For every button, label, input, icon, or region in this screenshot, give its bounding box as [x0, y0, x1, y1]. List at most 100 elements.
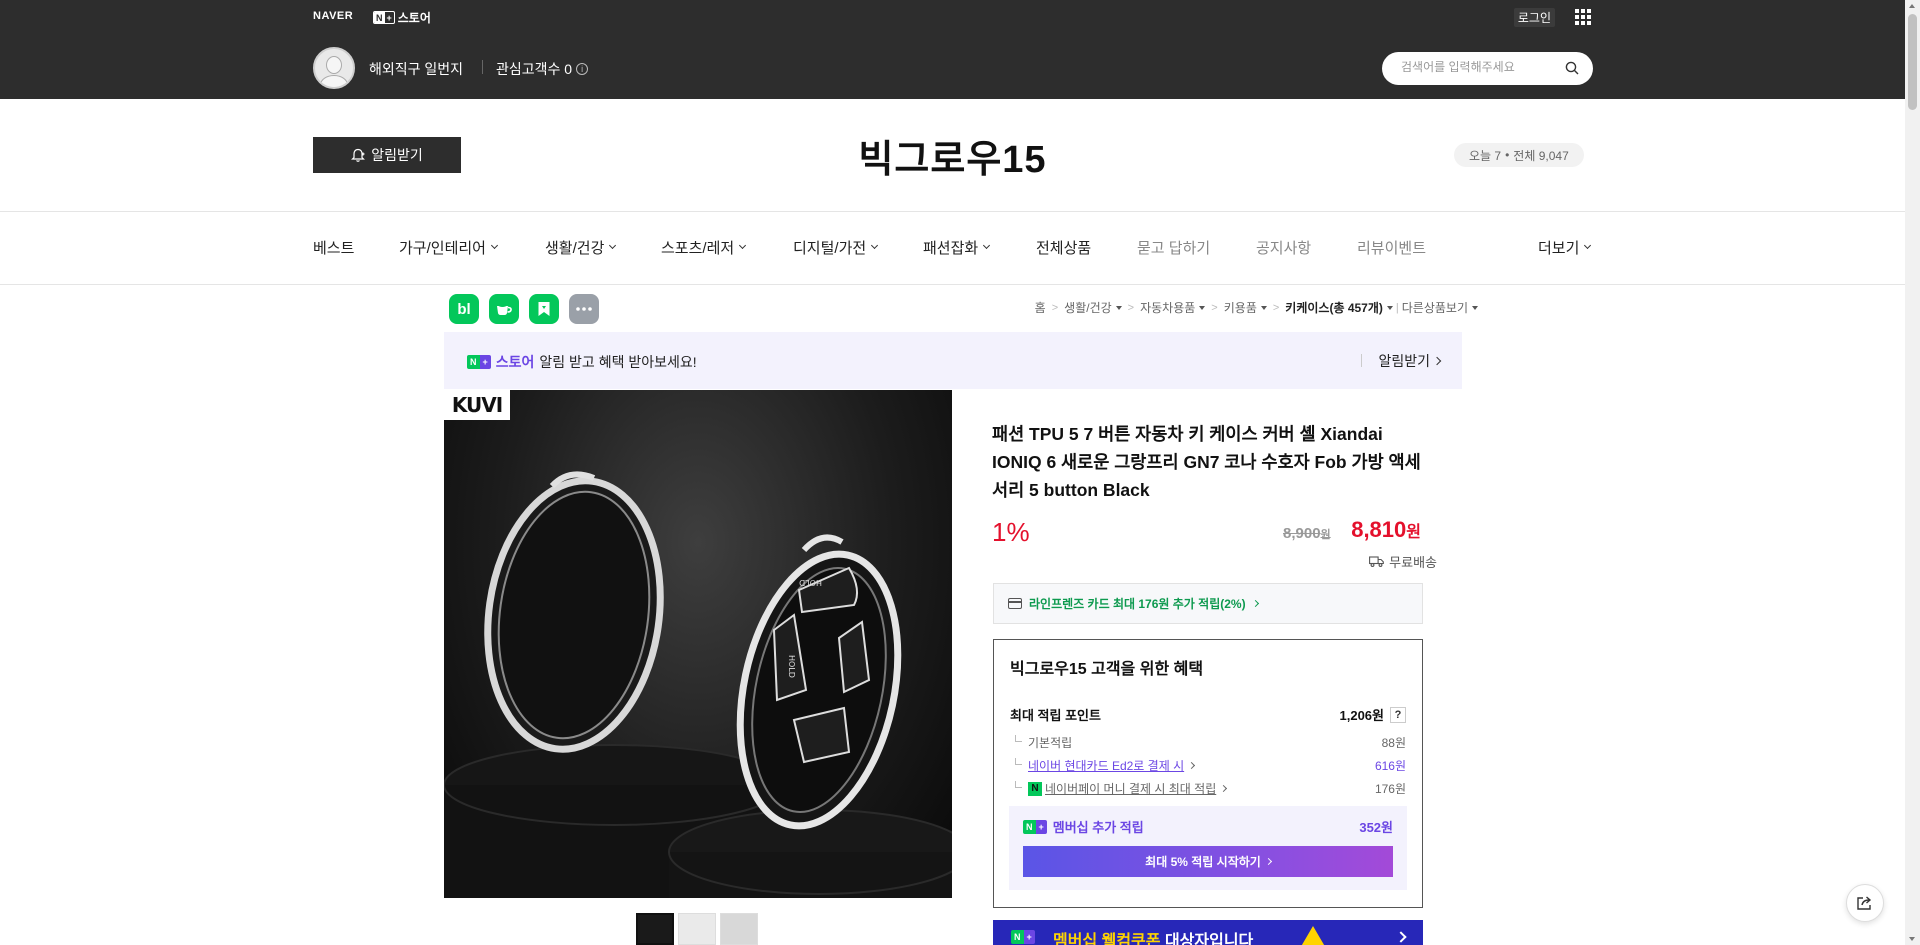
- divider: [0, 211, 1905, 212]
- breadcrumb-living-health[interactable]: 생활/건강: [1064, 299, 1122, 316]
- credit-card-icon: [1008, 598, 1022, 609]
- naver-plus-store-logo[interactable]: N + 스토어: [373, 9, 431, 26]
- breadcrumb: 홈 > 생활/건강 > 자동차용품 > 키용품 > 키케이스(총 457개) |…: [1035, 299, 1478, 316]
- cafe-icon[interactable]: [489, 294, 519, 324]
- discount-rate: 1%: [992, 517, 1030, 547]
- visits-today: 오늘 7: [1469, 148, 1502, 163]
- category-living-health[interactable]: 생활/건강: [545, 237, 617, 258]
- chevron-down-icon: [871, 241, 879, 250]
- chevron-down-icon: [490, 241, 499, 250]
- share-icons: bl: [449, 294, 599, 324]
- points-row-value: 616원: [1374, 759, 1406, 773]
- category-digital-appliance[interactable]: 디지털/가전: [793, 237, 879, 258]
- category-best[interactable]: 베스트: [313, 237, 354, 258]
- category-qna[interactable]: 묻고 답하기: [1137, 237, 1210, 258]
- breadcrumb-key-supplies[interactable]: 키용품: [1224, 299, 1267, 316]
- breadcrumb-separator: >: [1127, 301, 1135, 314]
- start-membership-button[interactable]: 최대 5% 적립 시작하기: [1023, 846, 1393, 877]
- seller-avatar[interactable]: [313, 47, 355, 89]
- category-notice[interactable]: 공지사항: [1256, 237, 1311, 258]
- key-case-illustration: HOLD HOLD: [444, 471, 952, 898]
- apps-grid-icon[interactable]: [1575, 9, 1591, 25]
- search-icon[interactable]: [1565, 61, 1579, 75]
- card-promo-text: 라인프렌즈 카드 최대 176원 추가 적립(2%): [1029, 597, 1246, 611]
- points-row-basic: 기본적립 88원: [1010, 734, 1406, 751]
- search-input[interactable]: [1401, 60, 1561, 74]
- benefits-box: 빅그로우15 고객을 위한 혜택 최대 적립 포인트 1,206원 ? 기본적립…: [993, 639, 1423, 908]
- breadcrumb-home[interactable]: 홈: [1035, 299, 1046, 316]
- breadcrumb-separator: |: [1395, 301, 1399, 314]
- naver-plus-badge: N +: [1023, 819, 1047, 834]
- badge-n: N: [374, 12, 385, 23]
- visitor-count-badge: 오늘 7 • 전체 9,047: [1454, 143, 1584, 167]
- breadcrumb-other-products[interactable]: 다른상품보기: [1402, 299, 1478, 316]
- notice-text: 알림 받고 혜택 받아보세요!: [539, 354, 697, 370]
- brand-logo: KUVI: [444, 390, 510, 420]
- dropdown-icon: [1386, 305, 1393, 310]
- thumbnail-3[interactable]: [720, 913, 758, 945]
- naver-logo[interactable]: NAVER: [313, 10, 353, 22]
- store-title[interactable]: 빅그로우15: [0, 128, 1905, 183]
- login-button[interactable]: 로그인: [1513, 8, 1555, 27]
- scrollbar-thumb[interactable]: [1908, 14, 1917, 110]
- chevron-down-icon: [983, 241, 991, 250]
- store-logo-text: 스토어: [397, 11, 431, 25]
- max-points-row: 최대 적립 포인트 1,206원 ?: [1010, 705, 1406, 724]
- scroll-up-arrow-icon[interactable]: [1909, 4, 1915, 8]
- points-row-label: 기본적립: [1028, 736, 1073, 750]
- category-furniture-interior[interactable]: 가구/인테리어: [399, 237, 499, 258]
- share-button[interactable]: [1846, 884, 1884, 922]
- sale-price: 8,810원: [1351, 517, 1421, 542]
- membership-label: 멤버십 추가 적립: [1052, 820, 1144, 835]
- thumbnail-1[interactable]: [636, 913, 674, 945]
- notice-store-text: 스토어: [495, 354, 535, 370]
- category-all-products[interactable]: 전체상품: [1036, 237, 1091, 258]
- scrollbar[interactable]: [1905, 0, 1920, 945]
- divider: [0, 284, 1905, 285]
- notice-alert-link[interactable]: 알림받기: [1378, 351, 1442, 371]
- naver-plus-badge: N +: [373, 11, 395, 24]
- npay-money-link[interactable]: 네이버페이 머니 결제 시 최대 적립: [1045, 780, 1216, 797]
- naver-plus-badge: N +: [1011, 930, 1035, 944]
- svg-text:HOLD: HOLD: [787, 655, 796, 678]
- breadcrumb-separator: >: [1272, 301, 1280, 314]
- dropdown-icon: [1199, 305, 1206, 310]
- max-points-label: 최대 적립 포인트: [1010, 708, 1101, 723]
- hyundai-card-link[interactable]: 네이버 현대카드 Ed2로 결제 시: [1028, 757, 1184, 774]
- naver-pay-icon: N: [1028, 781, 1042, 796]
- membership-value: 352원: [1359, 820, 1393, 835]
- product-main-image[interactable]: HOLD HOLD KUVI: [444, 390, 952, 898]
- share-icon: [1857, 896, 1872, 910]
- category-review-event[interactable]: 리뷰이벤트: [1357, 237, 1426, 258]
- category-sports-leisure[interactable]: 스포츠/레저: [661, 237, 747, 258]
- membership-box: N + 멤버십 추가 적립 352원 최대 5% 적립 시작하기: [1009, 806, 1407, 890]
- badge-plus: +: [386, 13, 392, 23]
- category-fashion-goods[interactable]: 패션잡화: [923, 237, 991, 258]
- max-points-value: 1,206원: [1339, 708, 1385, 723]
- benefits-title: 빅그로우15 고객을 위한 혜택: [1010, 661, 1204, 678]
- top-bar: NAVER N + 스토어 로그인 해외직구 일번지 관심고객수 0 i: [0, 0, 1905, 99]
- info-icon[interactable]: i: [576, 63, 589, 75]
- coupon-banner-text: 멤버십 웰컴쿠폰 대상자입니다: [1053, 933, 1254, 945]
- blog-icon[interactable]: bl: [449, 294, 479, 324]
- more-icon[interactable]: [569, 294, 599, 324]
- seller-name[interactable]: 해외직구 일번지: [369, 59, 463, 79]
- help-icon[interactable]: ?: [1390, 706, 1406, 723]
- card-promo-banner[interactable]: 라인프렌즈 카드 최대 176원 추가 적립(2%): [993, 583, 1423, 624]
- chevron-down-icon: [609, 241, 617, 250]
- breadcrumb-separator: >: [1211, 301, 1218, 314]
- visits-dot: •: [1505, 148, 1510, 162]
- bookmark-icon[interactable]: [529, 294, 559, 324]
- breadcrumb-car-supplies[interactable]: 자동차용품: [1140, 299, 1206, 316]
- alert-notice-banner: N + 스토어 알림 받고 혜택 받아보세요! 알림받기: [444, 332, 1462, 389]
- svg-text:HOLD: HOLD: [799, 578, 822, 587]
- points-row-value: 176원: [1374, 782, 1406, 796]
- scroll-down-arrow-icon[interactable]: [1909, 937, 1915, 941]
- points-row-hyundai-card: 네이버 현대카드 Ed2로 결제 시 616원: [1010, 757, 1406, 774]
- dropdown-icon: [1115, 305, 1122, 310]
- welcome-coupon-banner[interactable]: N + 멤버십 웰컴쿠폰 대상자입니다: [993, 920, 1423, 945]
- category-more[interactable]: 더보기: [1538, 237, 1592, 258]
- breadcrumb-key-case[interactable]: 키케이스(총 457개): [1285, 299, 1393, 316]
- thumbnail-2[interactable]: [678, 913, 716, 945]
- chevron-right-icon: [1188, 761, 1196, 770]
